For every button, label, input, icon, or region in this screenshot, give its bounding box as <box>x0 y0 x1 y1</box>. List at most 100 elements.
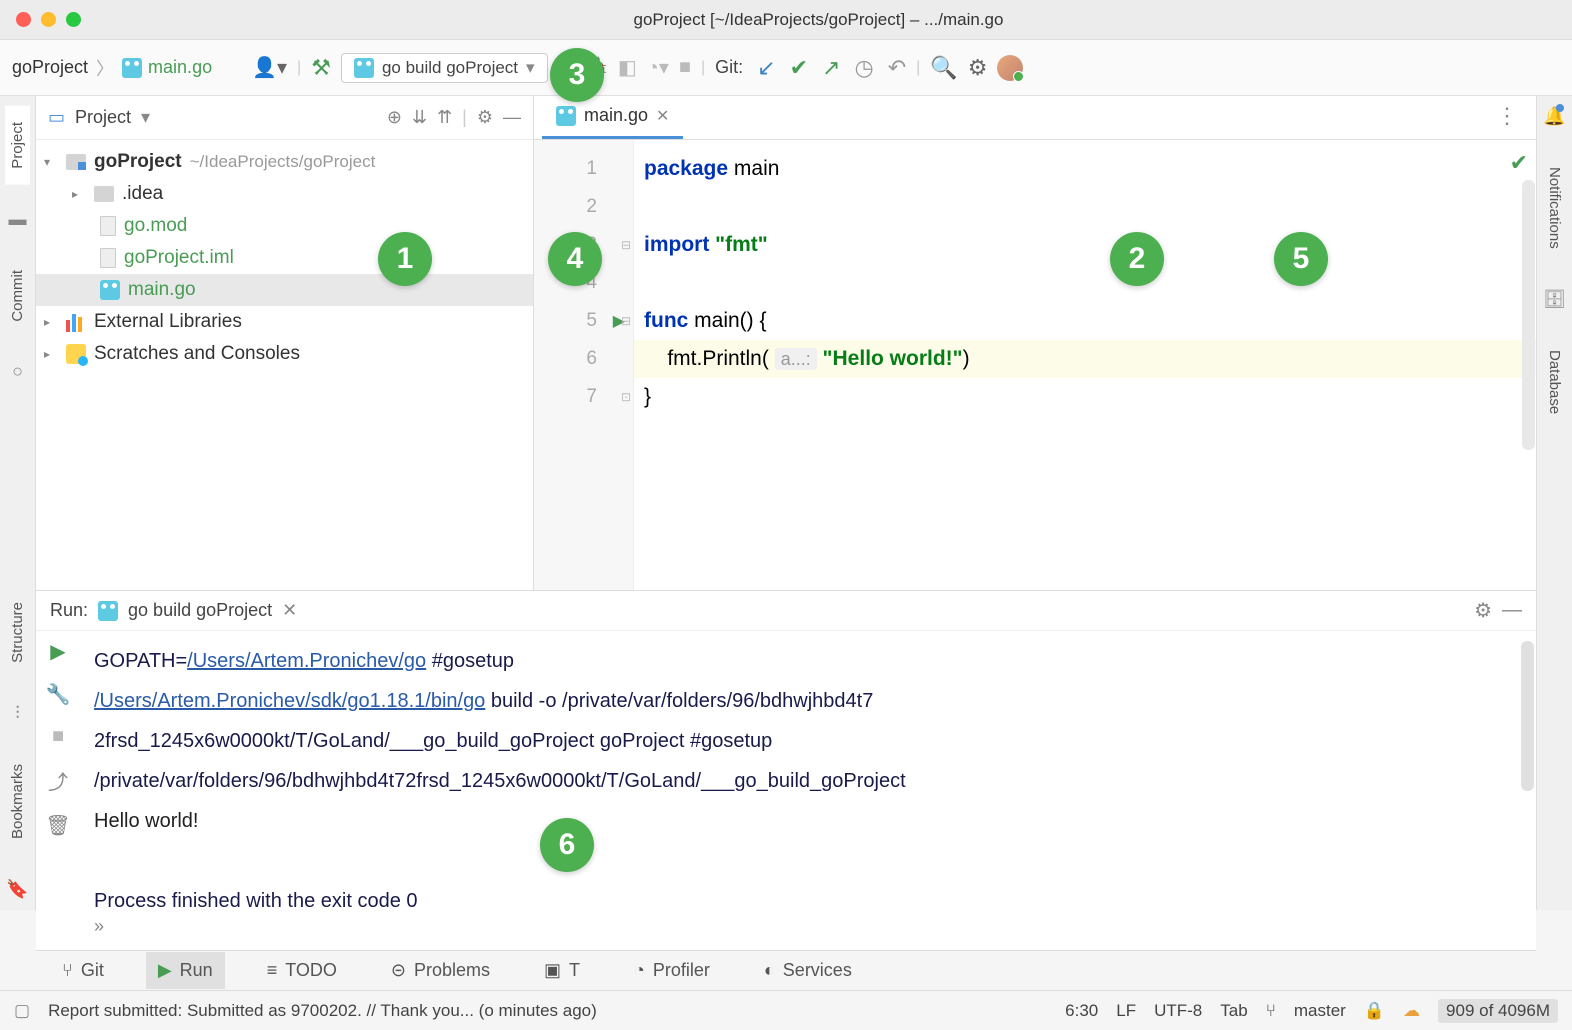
gutter-line[interactable]: 5▶⊟ <box>534 302 633 340</box>
code-string: "Hello world!" <box>817 347 963 370</box>
run-output[interactable]: GOPATH=/Users/Artem.Pronichev/go #gosetu… <box>80 631 1536 950</box>
sync-icon[interactable]: ☁ <box>1403 1001 1420 1021</box>
project-tool-tab[interactable]: Project <box>5 106 30 185</box>
database-icon[interactable]: 🗄 <box>1543 289 1566 310</box>
git-push-button[interactable]: ↗ <box>822 55 840 81</box>
user-avatar[interactable] <box>997 55 1023 81</box>
rerun-button[interactable]: ▶ <box>50 639 65 664</box>
chevron-down-icon[interactable]: ▾ <box>141 107 150 128</box>
exit-button[interactable]: ⤴ <box>48 766 68 795</box>
stop-run-button[interactable]: ■ <box>52 725 64 748</box>
settings-button[interactable]: ⚙ <box>968 55 988 81</box>
hide-run-panel-button[interactable]: — <box>1502 599 1522 622</box>
code-keyword: package <box>644 157 728 180</box>
commit-tool-tab[interactable]: Commit <box>5 254 30 338</box>
expand-arrow-icon[interactable]: ▸ <box>44 315 58 329</box>
notifications-tool-tab[interactable]: Notifications <box>1542 151 1567 265</box>
fold-icon[interactable]: ⊡ <box>621 390 631 404</box>
user-icon[interactable]: 👤▾ <box>252 55 287 80</box>
memory-indicator[interactable]: 909 of 4096M <box>1438 999 1558 1023</box>
expand-arrow-icon[interactable]: ▸ <box>72 187 86 201</box>
gutter-line[interactable]: 7⊡ <box>534 378 633 416</box>
hide-panel-button[interactable]: — <box>503 107 521 128</box>
wrench-button[interactable]: 🔧 <box>46 682 71 707</box>
line-separator[interactable]: LF <box>1116 1001 1136 1021</box>
project-tree[interactable]: ▾ goProject ~/IdeaProjects/goProject ▸ .… <box>36 140 533 376</box>
tree-root[interactable]: ▾ goProject ~/IdeaProjects/goProject <box>36 146 533 178</box>
tree-item-idea[interactable]: ▸ .idea <box>36 178 533 210</box>
code-keyword: import <box>644 233 709 256</box>
tree-item-gomod[interactable]: go.mod <box>36 210 533 242</box>
git-history-button[interactable]: ◷ <box>854 55 873 81</box>
run-config-selector[interactable]: go build goProject ▾ <box>341 53 548 83</box>
editor-tab-maingo[interactable]: main.go ✕ <box>542 95 683 139</box>
database-tool-tab[interactable]: Database <box>1542 334 1567 430</box>
tree-item-maingo[interactable]: main.go <box>36 274 533 306</box>
breadcrumb-file[interactable]: main.go <box>122 57 212 78</box>
file-encoding[interactable]: UTF-8 <box>1154 1001 1202 1021</box>
close-run-tab-button[interactable]: ✕ <box>282 600 297 621</box>
fold-icon[interactable]: ⊟ <box>621 314 631 328</box>
lock-icon[interactable]: 🔒 <box>1364 1001 1385 1021</box>
tab-label: Git <box>81 960 104 981</box>
close-tab-button[interactable]: ✕ <box>656 106 669 126</box>
breadcrumb-separator: 〉 <box>96 55 114 81</box>
git-pull-button[interactable]: ↙ <box>757 55 775 81</box>
tree-item-iml[interactable]: goProject.iml <box>36 242 533 274</box>
caret-position[interactable]: 6:30 <box>1065 1001 1098 1021</box>
git-tool-tab[interactable]: ⑂Git <box>50 952 116 989</box>
output-link[interactable]: /Users/Artem.Pronichev/go <box>187 650 426 672</box>
gopher-icon <box>98 601 118 621</box>
gutter-line[interactable]: 1 <box>534 150 633 188</box>
close-window-button[interactable] <box>16 12 31 27</box>
breadcrumb-project[interactable]: goProject <box>12 57 88 78</box>
indent-mode[interactable]: Tab <box>1220 1001 1247 1021</box>
tool-windows-button[interactable]: ▢ <box>14 1001 30 1021</box>
profiler-tool-tab[interactable]: ◔Profiler <box>622 952 722 989</box>
search-button[interactable]: 🔍 <box>930 55 957 81</box>
tree-item-scratches[interactable]: ▸ Scratches and Consoles <box>36 338 533 370</box>
expand-arrow-icon[interactable]: ▾ <box>44 155 58 169</box>
callout-2: 2 <box>1110 232 1164 286</box>
status-message[interactable]: Report submitted: Submitted as 9700202. … <box>48 1001 597 1021</box>
code-text: main() { <box>688 309 766 332</box>
output-link[interactable]: /Users/Artem.Pronichev/sdk/go1.18.1/bin/… <box>94 690 485 712</box>
gutter-line[interactable]: 2 <box>534 188 633 226</box>
stop-button[interactable]: ■ <box>679 56 691 79</box>
gutter-line[interactable]: 6 <box>534 340 633 378</box>
project-view-icon: ▭ <box>48 107 65 128</box>
services-tool-tab[interactable]: ◐Services <box>752 952 864 989</box>
collapse-all-button[interactable]: ⇈ <box>437 107 452 128</box>
terminal-icon: ▣ <box>544 960 561 981</box>
editor-tabs: main.go ✕ ⋮ <box>534 96 1536 140</box>
panel-settings-button[interactable]: ⚙ <box>477 107 493 128</box>
fold-icon[interactable]: ⊟ <box>621 238 631 252</box>
expand-all-button[interactable]: ⇊ <box>412 107 427 128</box>
problems-tool-tab[interactable]: ⊝Problems <box>379 952 502 989</box>
git-commit-button[interactable]: ✔ <box>790 55 808 81</box>
editor-scrollbar[interactable] <box>1522 180 1535 450</box>
delete-button[interactable]: 🗑 <box>45 813 70 838</box>
run-scrollbar[interactable] <box>1521 641 1534 791</box>
profile-button[interactable]: ◔▾ <box>647 55 669 80</box>
build-button[interactable]: ⚒ <box>311 55 331 81</box>
run-tool-tab[interactable]: ▶Run <box>146 952 225 989</box>
git-branch[interactable]: master <box>1294 1001 1346 1021</box>
editor-menu-button[interactable]: ⋮ <box>1486 93 1528 139</box>
terminal-tool-tab[interactable]: ▣T <box>532 952 592 989</box>
inspection-ok-icon[interactable]: ✔ <box>1510 150 1528 176</box>
git-label: Git: <box>715 57 743 78</box>
expand-arrow-icon[interactable]: ▸ <box>44 347 58 361</box>
select-opened-file-button[interactable]: ⊕ <box>387 107 402 128</box>
minimize-window-button[interactable] <box>41 12 56 27</box>
maximize-window-button[interactable] <box>66 12 81 27</box>
more-button[interactable]: » <box>94 906 104 946</box>
bell-icon[interactable]: 🔔 <box>1543 106 1565 127</box>
coverage-button[interactable]: ◧ <box>618 55 637 80</box>
git-rollback-button[interactable]: ↶ <box>888 55 906 81</box>
folder-icon <box>66 154 86 170</box>
todo-tool-tab[interactable]: ≡TODO <box>255 952 349 989</box>
run-settings-button[interactable]: ⚙ <box>1474 598 1492 623</box>
breadcrumb[interactable]: goProject 〉 main.go <box>12 55 212 81</box>
tree-item-external-libs[interactable]: ▸ External Libraries <box>36 306 533 338</box>
